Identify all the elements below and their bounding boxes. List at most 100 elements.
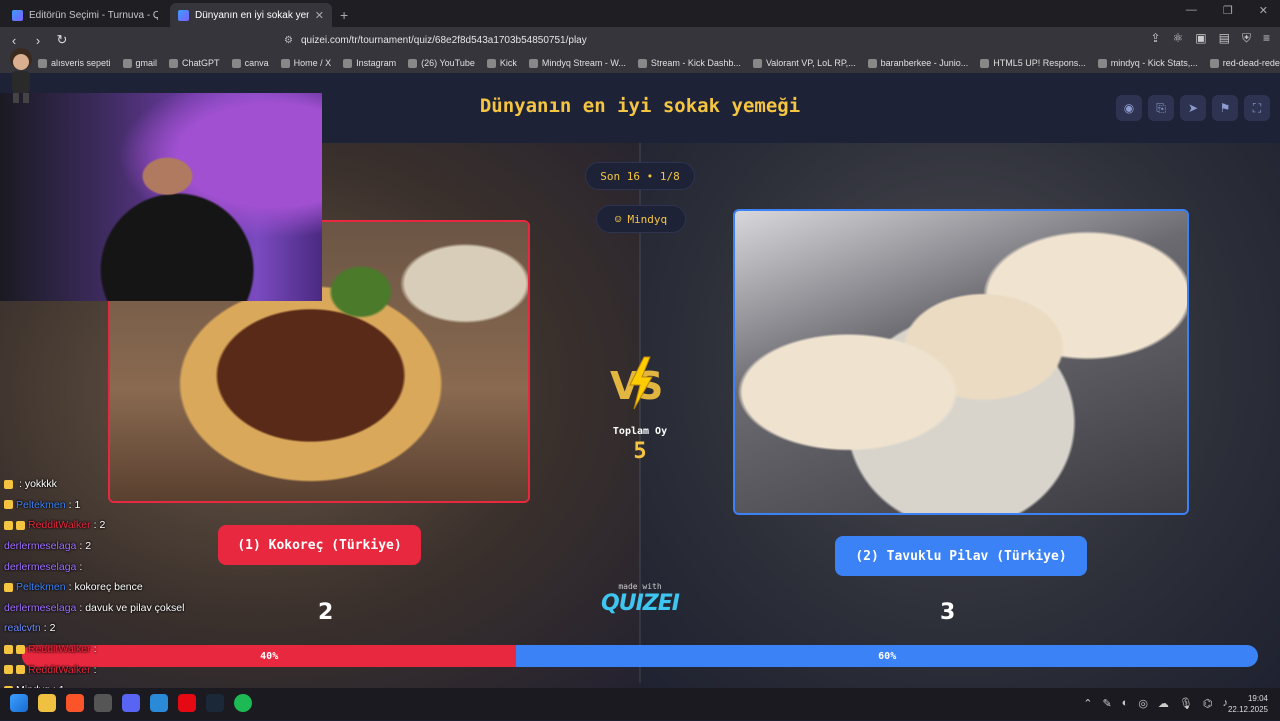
share-link-icon[interactable]: ⎘	[1148, 95, 1174, 121]
option-left-button[interactable]: (1) Kokoreç (Türkiye)	[218, 525, 421, 565]
address-bar[interactable]: ⚙ quizei.com/tr/tournament/quiz/68e2f8d5…	[254, 29, 980, 51]
tab-title: Editörün Seçimi - Turnuva - Quizei	[29, 9, 158, 21]
wallet-icon[interactable]: ▤	[1219, 31, 1230, 46]
bookmark-item[interactable]: Valorant VP, LoL RP,...	[752, 58, 856, 68]
close-window-icon[interactable]: ✕	[1259, 4, 1268, 17]
close-tab-icon[interactable]: ✕	[315, 9, 324, 22]
tray-cloud-icon[interactable]: ☁	[1158, 697, 1169, 710]
tray-expand-icon[interactable]: ⌃	[1083, 697, 1092, 710]
chat-text: : davuk ve pilav çoksel	[79, 601, 185, 614]
option-right-image[interactable]	[733, 209, 1189, 515]
share-icon[interactable]: ⇪	[1150, 31, 1160, 46]
bookmark-item[interactable]: HTML5 UP! Respons...	[980, 58, 1086, 68]
send-icon[interactable]: ➤	[1180, 95, 1206, 121]
instagram-icon	[343, 58, 353, 68]
tray-steam-icon[interactable]: ◎	[1138, 697, 1148, 710]
brave-browser-icon[interactable]	[66, 694, 84, 712]
sidebar-icon[interactable]: ▣	[1195, 31, 1206, 46]
chat-text: : 1	[68, 498, 81, 511]
chat-username[interactable]: derlermeselaga	[4, 561, 76, 573]
reload-icon[interactable]: ↻	[52, 32, 72, 48]
x-icon	[280, 58, 290, 68]
bookmark-item[interactable]: red-dead-redempti...	[1209, 58, 1280, 68]
tab-editors-choice[interactable]: Editörün Seçimi - Turnuva - Quizei	[4, 3, 166, 27]
chat-badge-icon	[4, 582, 13, 592]
bookmark-item[interactable]: Home / X	[280, 58, 331, 68]
bookmark-item[interactable]: (26) YouTube	[408, 58, 475, 68]
bookmark-item[interactable]: Kick	[486, 58, 517, 68]
chat-message: derlermeselaga: 2	[4, 536, 244, 557]
microphone-icon[interactable]: 🎙	[1179, 697, 1193, 710]
windows-taskbar: ⌃ ✎ ◐ ◎ ☁ 🎙 ⌬ ♪ 19:04 22.12.2025	[0, 688, 1280, 720]
extensions-icon[interactable]: ⚛	[1173, 31, 1184, 46]
made-with-label: made with	[618, 582, 662, 591]
new-tab-icon[interactable]: +	[340, 3, 348, 27]
site-info-icon[interactable]: ⚙	[284, 35, 293, 46]
chat-message: derlermeselaga:	[4, 556, 244, 577]
chat-message: Peltekmen: 1	[4, 495, 244, 516]
netflix-icon[interactable]	[178, 694, 196, 712]
bookmark-item[interactable]: Stream - Kick Dashb...	[637, 58, 741, 68]
quizei-favicon-icon	[178, 9, 189, 21]
chat-text: : kokoreç bence	[68, 581, 143, 594]
chat-text: : yokkkk	[19, 478, 57, 491]
chat-text: :	[93, 663, 97, 676]
steam-icon[interactable]	[206, 694, 224, 712]
obs-icon[interactable]	[94, 694, 112, 712]
fullscreen-icon[interactable]: ⛶	[1244, 95, 1270, 121]
creator-badge[interactable]: ☺ Mindyq	[596, 205, 686, 233]
tray-discord-icon[interactable]: ◐	[1122, 697, 1129, 710]
chat-username[interactable]: derlermeselaga	[4, 602, 76, 614]
header-actions: ◉ ⎘ ➤ ⚑ ⛶	[1116, 95, 1270, 121]
menu-icon[interactable]: ≡	[1263, 31, 1270, 46]
bookmark-item[interactable]: gmail	[122, 58, 157, 68]
system-clock[interactable]: 19:04 22.12.2025	[1228, 693, 1268, 715]
file-explorer-icon[interactable]	[38, 694, 56, 712]
tab-current-quiz[interactable]: Dünyanın en iyi sokak yemeği - ✕	[170, 3, 332, 27]
chat-message: derlermeselaga: davuk ve pilav çoksel	[4, 598, 244, 619]
eye-icon[interactable]: ◉	[1116, 95, 1142, 121]
chat-username[interactable]: Peltekmen	[16, 581, 66, 593]
bookmark-item[interactable]: Mindyq Stream - W...	[528, 58, 626, 68]
tray-app-icon[interactable]: ✎	[1102, 697, 1111, 710]
discord-icon[interactable]	[122, 694, 140, 712]
kick-icon	[486, 58, 496, 68]
bookmark-item[interactable]: ChatGPT	[169, 58, 220, 68]
window-controls: — ❐ ✕	[1186, 4, 1268, 17]
bookmark-item[interactable]: mindyq - Kick Stats,...	[1097, 58, 1198, 68]
vs-icon: V S	[610, 356, 663, 410]
chat-username[interactable]: RedditWalker	[28, 519, 91, 531]
chat-badge-icon	[16, 665, 25, 675]
chat-username[interactable]: realcvtn	[4, 622, 41, 634]
left-vote-count: 2	[318, 600, 334, 625]
minimize-icon[interactable]: —	[1186, 4, 1197, 17]
chat-username[interactable]: RedditWalker	[28, 643, 91, 655]
windows-start-icon[interactable]	[10, 694, 28, 712]
bookmark-item[interactable]: baranberkee - Junio...	[867, 58, 968, 68]
chat-badge-icon	[4, 520, 13, 530]
canva-icon	[231, 58, 241, 68]
quizei-logo[interactable]: QUIZEI	[590, 591, 690, 616]
bookmark-item[interactable]: alısveris sepeti	[38, 58, 111, 68]
restore-icon[interactable]: ❐	[1223, 4, 1233, 17]
extension-icons: ⇪ ⚛ ▣ ▤ ⛨ ≡	[1150, 31, 1270, 46]
option-right-button[interactable]: (2) Tavuklu Pilav (Türkiye)	[835, 536, 1087, 576]
right-vote-count: 3	[940, 600, 956, 625]
kick-icon	[637, 58, 647, 68]
total-votes-label: Toplam Oy	[612, 426, 668, 437]
chat-message: : yokkkk	[4, 474, 244, 495]
rdr-icon	[1209, 58, 1219, 68]
vscode-icon[interactable]	[150, 694, 168, 712]
bookmark-item[interactable]: canva	[231, 58, 269, 68]
bookmark-item[interactable]: Instagram	[343, 58, 396, 68]
spotify-icon[interactable]	[234, 694, 252, 712]
chat-username[interactable]: RedditWalker	[28, 664, 91, 676]
network-icon[interactable]: ⌬	[1203, 697, 1213, 710]
tab-title: Dünyanın en iyi sokak yemeği -	[195, 9, 309, 21]
chat-username[interactable]: Peltekmen	[16, 499, 66, 511]
vpn-icon[interactable]: ⛨	[1242, 31, 1251, 46]
flag-icon[interactable]: ⚑	[1212, 95, 1238, 121]
chat-username[interactable]: derlermeselaga	[4, 540, 76, 552]
round-badge: Son 16 • 1/8	[585, 162, 695, 190]
bookmarks-bar: alısveris sepeti gmail ChatGPT canva Hom…	[0, 53, 1280, 73]
